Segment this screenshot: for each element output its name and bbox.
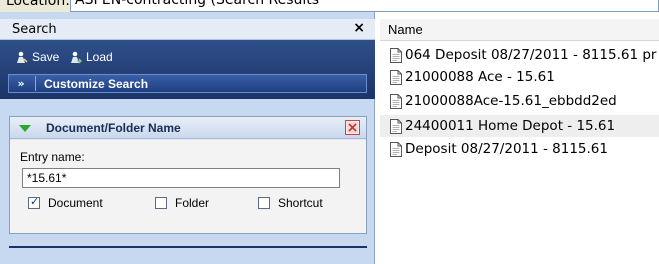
location-bar: Location: ASPEN-contracting (Search Resu… [0,0,659,12]
document-icon [390,141,402,157]
entry-name-label: Entry name: [20,150,85,164]
file-name: 064 Deposit 08/27/2011 - 8115.61 pr [405,47,657,63]
shortcut-checkbox-option[interactable]: Shortcut [258,196,323,210]
customize-search-bar[interactable]: » Customize Search [8,74,367,93]
shortcut-checkbox[interactable] [258,197,270,209]
save-person-icon [16,51,28,64]
file-name: Deposit 08/27/2011 - 8115.61 [405,141,608,157]
panel-divider [9,246,367,248]
location-field[interactable]: ASPEN-contracting (Search Results [70,0,659,12]
shortcut-checkbox-label: Shortcut [278,196,323,210]
save-label: Save [32,50,60,64]
load-label: Load [86,50,113,64]
customize-separator [35,76,36,91]
file-name: 24400011 Home Depot - 15.61 [405,118,616,134]
location-label: Location: [6,0,70,9]
folder-checkbox-option[interactable]: Folder [155,196,209,210]
file-name: 21000088Ace-15.61_ebbdd2ed [405,93,617,109]
load-person-icon [70,51,82,64]
search-panel-header: Search × [0,19,375,40]
search-panel-title: Search [12,22,57,37]
document-icon [390,118,402,134]
customize-search-label: Customize Search [44,76,149,91]
folder-checkbox-label: Folder [175,196,210,210]
document-checkbox[interactable] [28,195,40,209]
search-toolbar: Save Load » Customize Search [0,40,375,99]
search-results-pane: Name 064 Deposit 08/27/2011 - 8115.61 pr… [380,12,659,264]
collapse-triangle-icon[interactable] [19,125,31,132]
name-column-header[interactable]: Name [380,19,659,41]
list-item[interactable]: 064 Deposit 08/27/2011 - 8115.61 pr [380,44,659,66]
load-search-button[interactable]: Load [70,50,113,64]
document-folder-name-panel: Document/Folder Name Entry name: Documen… [9,116,367,234]
search-panel-close-button[interactable]: × [353,20,365,36]
document-icon [390,47,402,63]
document-folder-name-title: Document/Folder Name [46,121,181,135]
name-column-label: Name [388,22,423,37]
remove-criterion-icon[interactable] [345,120,360,135]
document-checkbox-label: Document [48,196,103,210]
document-folder-name-header: Document/Folder Name [10,117,366,139]
list-item[interactable]: Deposit 08/27/2011 - 8115.61 [380,138,659,160]
list-item-selected[interactable]: 24400011 Home Depot - 15.61 [380,115,659,137]
save-search-button[interactable]: Save [16,50,59,64]
list-item[interactable]: 21000088 Ace - 15.61 [380,66,659,88]
list-item[interactable]: 21000088Ace-15.61_ebbdd2ed [380,90,659,112]
document-icon [390,69,402,85]
location-value: ASPEN-contracting (Search Results [75,0,320,8]
search-panel: Search × Save Load » Customize Search Do… [0,12,375,264]
file-name: 21000088 Ace - 15.61 [405,69,555,85]
document-icon [390,93,402,109]
document-checkbox-option[interactable]: Document [28,195,103,210]
folder-checkbox[interactable] [155,197,167,209]
document-folder-name-body: Entry name: Document Folder Shortcut [10,140,366,233]
entry-name-input[interactable] [22,168,340,188]
double-chevron-down-icon[interactable]: » [13,76,29,92]
